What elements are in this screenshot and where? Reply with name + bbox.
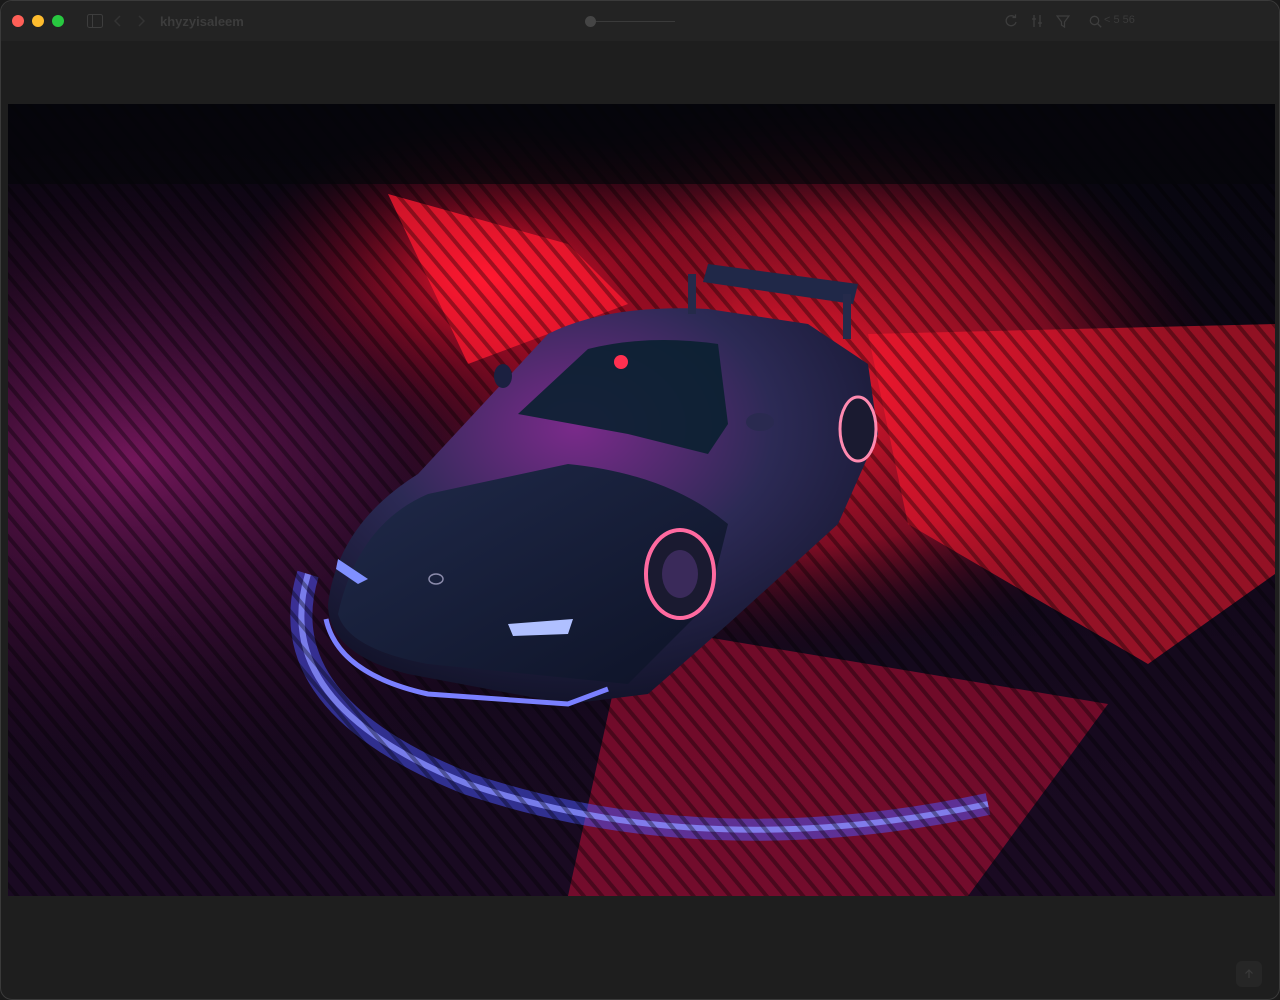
title-bar: khyzyisaleem < 5 56 — [1, 1, 1279, 41]
search-icon[interactable] — [1088, 13, 1102, 29]
chevron-right-icon[interactable] — [135, 13, 147, 29]
adjust-icon[interactable] — [1029, 13, 1045, 29]
arrow-up-icon — [1245, 969, 1253, 978]
scroll-to-top-button[interactable] — [1236, 961, 1262, 987]
car-photo — [8, 104, 1275, 896]
zoom-slider[interactable] — [585, 15, 675, 27]
zoom-knob[interactable] — [585, 16, 596, 27]
search-field-text[interactable]: < 5 56 — [1104, 14, 1135, 26]
car-photo-graphic — [8, 104, 1275, 896]
close-button[interactable] — [12, 15, 24, 27]
sidebar-toggle-icon[interactable] — [87, 13, 103, 29]
minimize-button[interactable] — [32, 15, 44, 27]
chevron-left-icon[interactable] — [112, 13, 124, 29]
maximize-button[interactable] — [52, 15, 64, 27]
rotate-icon[interactable] — [1003, 13, 1019, 29]
window-title: khyzyisaleem — [160, 14, 244, 29]
window-controls — [12, 15, 64, 27]
markup-icon[interactable] — [1055, 13, 1071, 29]
zoom-track — [591, 21, 675, 22]
preview-window: khyzyisaleem < 5 56 — [0, 0, 1280, 1000]
